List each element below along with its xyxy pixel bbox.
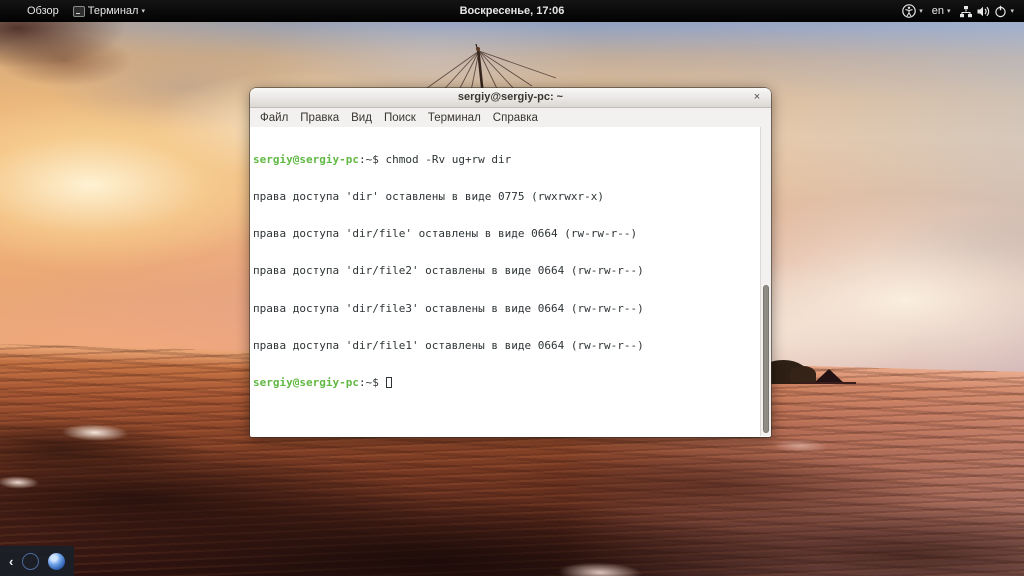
scrollbar-thumb[interactable] [763, 284, 769, 433]
network-wired-icon [960, 5, 973, 17]
blue-ring-app-icon[interactable] [22, 552, 40, 570]
app-menu[interactable]: Терминал ▾ [72, 5, 145, 17]
terminal-content[interactable]: sergiy@sergiy-pc:~$ chmod -Rv ug+rw dir … [250, 127, 771, 436]
keyboard-layout-menu[interactable]: en ▾ [932, 5, 951, 17]
typed-command: chmod -Rv ug+rw dir [385, 152, 512, 166]
close-button[interactable]: × [750, 88, 764, 107]
chevron-down-icon: ▾ [141, 7, 145, 15]
output-line: права доступа 'dir' оставлены в виде 077… [253, 190, 604, 204]
prompt-suffix: :~$ [358, 376, 386, 390]
menu-view[interactable]: Вид [345, 109, 378, 127]
hut-dock-silhouette [800, 382, 856, 384]
command-line: sergiy@sergiy-pc:~$ chmod -Rv ug+rw dir [253, 152, 757, 166]
accessibility-menu[interactable]: ▾ [902, 4, 923, 18]
activities-button[interactable]: Обзор [27, 5, 59, 17]
menu-file[interactable]: Файл [254, 109, 294, 127]
prompt-suffix: :~$ [358, 152, 386, 166]
back-chevron-icon[interactable]: ‹ [9, 554, 13, 569]
volume-icon [977, 6, 990, 16]
chevron-down-icon: ▾ [919, 7, 923, 15]
keyboard-layout-label: en [931, 5, 944, 17]
clock-button[interactable]: Воскресенье, 17:06 [0, 5, 1024, 17]
menu-search[interactable]: Поиск [378, 109, 422, 127]
menu-help[interactable]: Справка [487, 109, 544, 127]
chevron-down-icon: ▾ [946, 7, 951, 15]
output-line: права доступа 'dir/file1' оставлены в ви… [253, 338, 644, 352]
window-titlebar[interactable]: sergiy@sergiy-pc: ~ × [250, 88, 771, 108]
prompt-line: sergiy@sergiy-pc:~$ [253, 376, 757, 390]
output-line: права доступа 'dir/file2' оставлены в ви… [253, 264, 644, 278]
gnome-top-bar: Обзор Терминал ▾ Воскресенье, 17:06 ▾ en… [0, 0, 1024, 22]
output-line: права доступа 'dir/file' оставлены в вид… [253, 227, 638, 241]
shell-prompt: sergiy@sergiy-pc [253, 376, 359, 390]
menu-edit[interactable]: Правка [294, 109, 345, 127]
system-menu[interactable]: ▾ [959, 5, 1014, 18]
blue-sphere-app-icon[interactable] [48, 552, 66, 570]
accessibility-icon [902, 4, 917, 18]
output-line: права доступа 'dir/file3' оставлены в ви… [253, 301, 644, 315]
power-icon [995, 5, 1007, 17]
shell-prompt: sergiy@sergiy-pc [253, 152, 359, 166]
app-menu-label: Терминал [87, 5, 139, 17]
terminal-scrollbar[interactable] [760, 127, 771, 436]
terminal-app-icon [72, 5, 85, 17]
bottom-left-overlay: ‹ [0, 546, 74, 576]
window-title: sergiy@sergiy-pc: ~ [457, 91, 564, 103]
terminal-cursor [386, 377, 393, 389]
hut-silhouette [814, 369, 844, 383]
terminal-window: sergiy@sergiy-pc: ~ × Файл Правка Вид По… [250, 88, 771, 437]
ship-mast [419, 43, 557, 96]
chevron-down-icon: ▾ [1010, 7, 1014, 15]
menu-terminal[interactable]: Терминал [422, 109, 487, 127]
terminal-menubar: Файл Правка Вид Поиск Терминал Справка [250, 108, 771, 127]
